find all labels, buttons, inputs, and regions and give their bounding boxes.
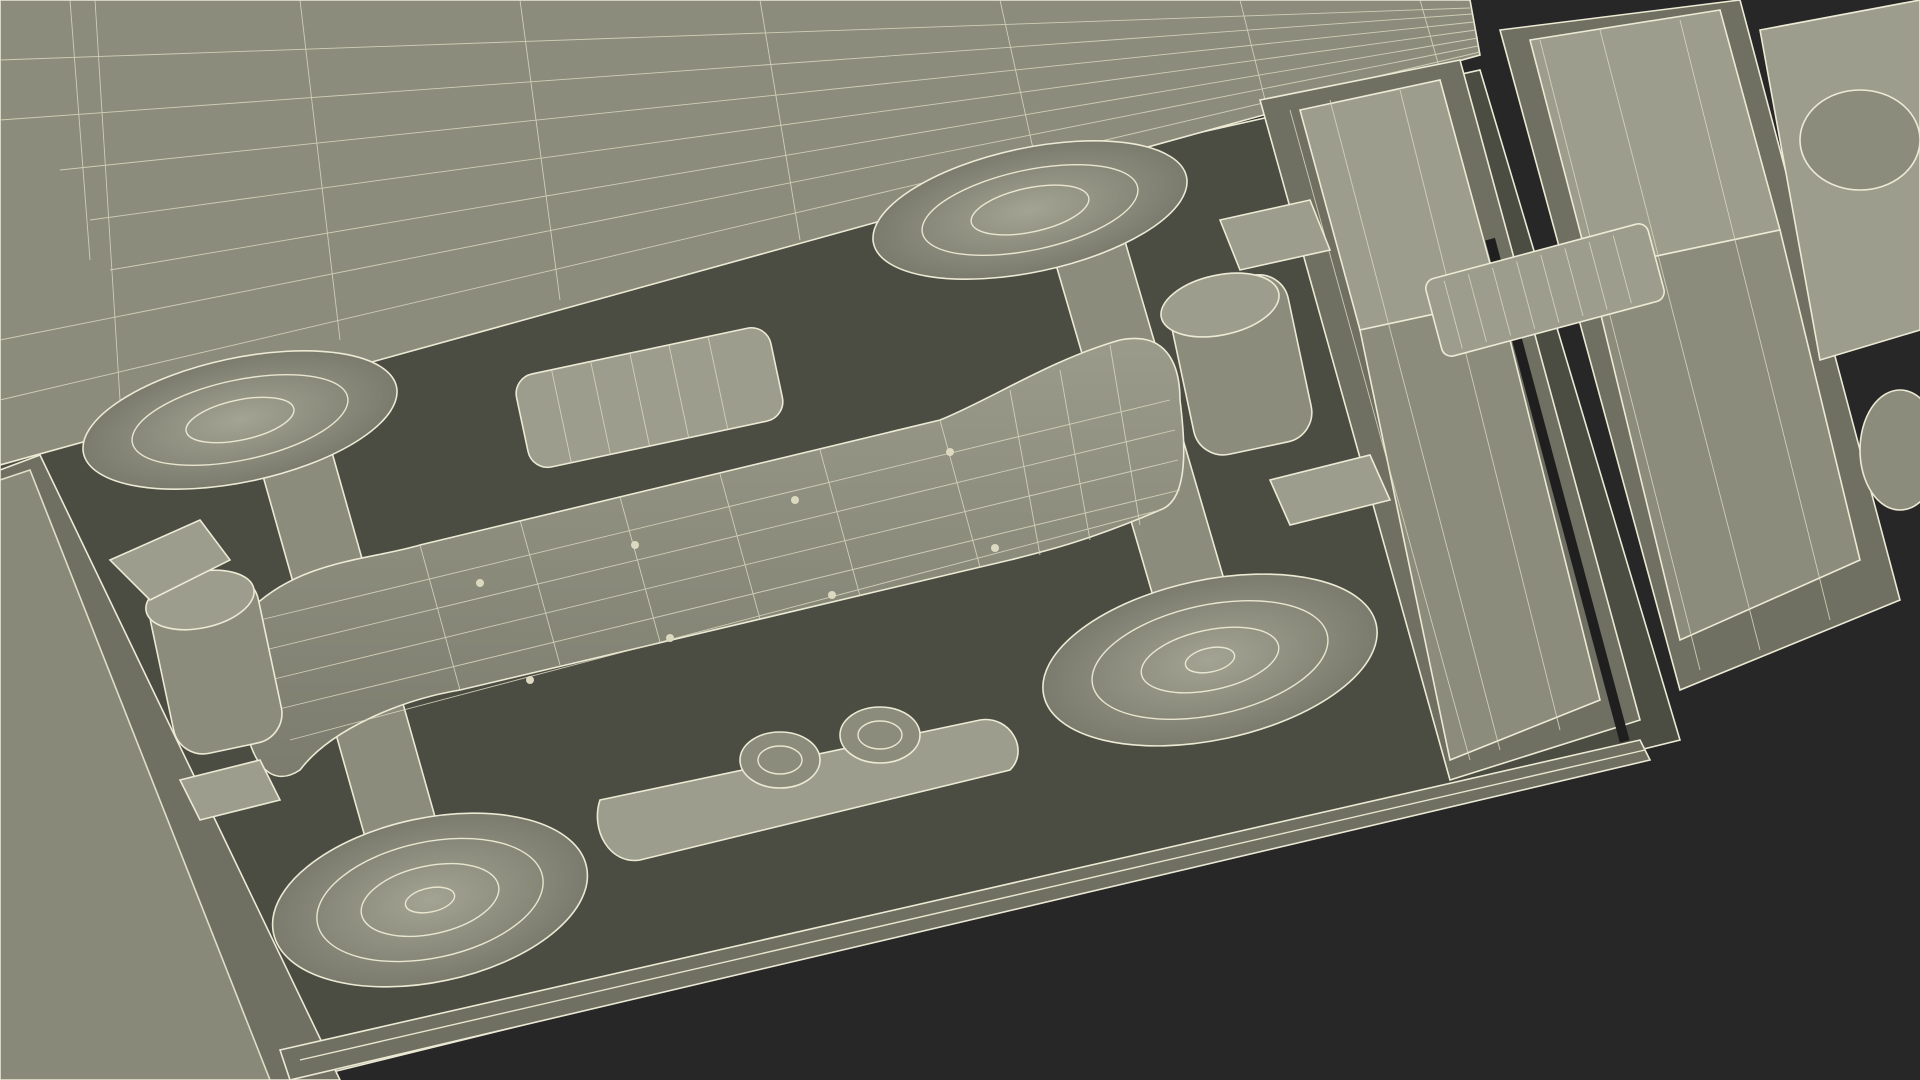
render-viewport [0, 0, 1920, 1080]
bogie-wireframe-render [0, 0, 1920, 1080]
